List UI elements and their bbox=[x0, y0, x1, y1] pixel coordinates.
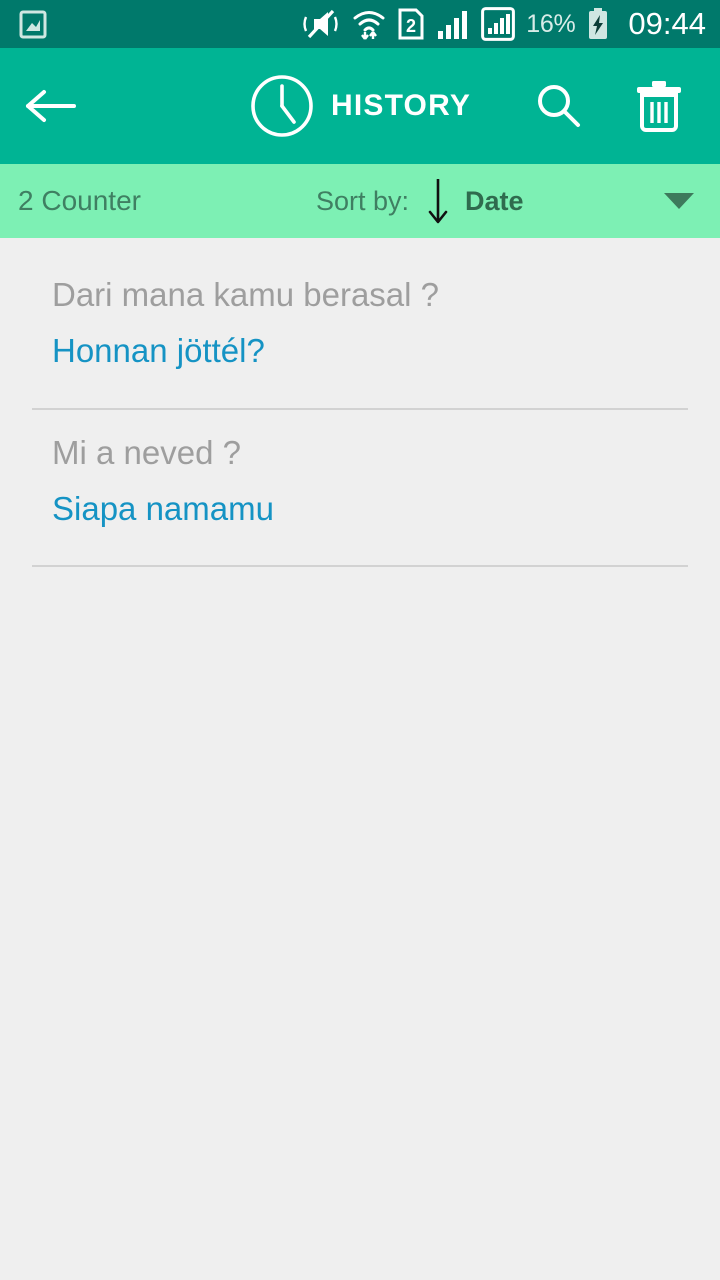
svg-text:2: 2 bbox=[406, 16, 416, 36]
history-target-text: Honnan jöttél? bbox=[52, 332, 265, 370]
app-bar-actions bbox=[532, 79, 686, 133]
battery-charging-icon bbox=[586, 7, 610, 41]
sort-dropdown-button[interactable] bbox=[662, 184, 696, 218]
clock-icon bbox=[249, 73, 315, 139]
history-source-text: Dari mana kamu berasal ? bbox=[52, 276, 440, 313]
sort-bar: 2 Counter Sort by: Date bbox=[0, 164, 720, 238]
page-title: HISTORY bbox=[330, 89, 472, 122]
status-clock: 09:44 bbox=[628, 6, 706, 41]
signal-bars-boxed-icon bbox=[481, 7, 516, 41]
sort-control[interactable]: Sort by: Date bbox=[316, 175, 524, 227]
back-button[interactable] bbox=[22, 78, 78, 134]
search-icon bbox=[533, 80, 585, 132]
chevron-down-icon bbox=[664, 193, 694, 209]
app-bar: HISTORY bbox=[0, 48, 720, 164]
history-list: Dari mana kamu berasal ? Honnan jöttél? … bbox=[0, 238, 720, 567]
sim-2-icon: 2 bbox=[397, 7, 425, 41]
signal-bars-icon bbox=[436, 7, 470, 41]
status-bar-right-icons: 2 16% 09:44 bbox=[301, 6, 706, 42]
list-item[interactable]: Dari mana kamu berasal ? Honnan jöttél? bbox=[0, 252, 720, 410]
list-item[interactable]: Mi a neved ? Siapa namamu bbox=[0, 410, 720, 567]
history-target-text: Siapa namamu bbox=[52, 489, 274, 527]
delete-all-button[interactable] bbox=[632, 79, 686, 133]
sort-value-label: Date bbox=[465, 185, 524, 216]
battery-percent-label: 16% bbox=[526, 9, 576, 38]
counter-label: 2 Counter bbox=[18, 185, 141, 216]
wifi-transfer-icon bbox=[352, 7, 386, 41]
vibrate-mute-icon bbox=[301, 7, 341, 41]
status-bar-left-icons bbox=[18, 8, 48, 40]
status-bar: 2 16% 09:44 bbox=[0, 0, 720, 48]
sort-by-label: Sort by: bbox=[316, 185, 410, 216]
trash-icon bbox=[633, 78, 685, 134]
history-source-text: Mi a neved ? bbox=[52, 433, 241, 471]
search-button[interactable] bbox=[532, 79, 586, 133]
list-divider bbox=[32, 565, 688, 567]
sort-descending-arrow-icon[interactable] bbox=[425, 175, 451, 227]
screenshot-image-icon bbox=[18, 8, 48, 40]
